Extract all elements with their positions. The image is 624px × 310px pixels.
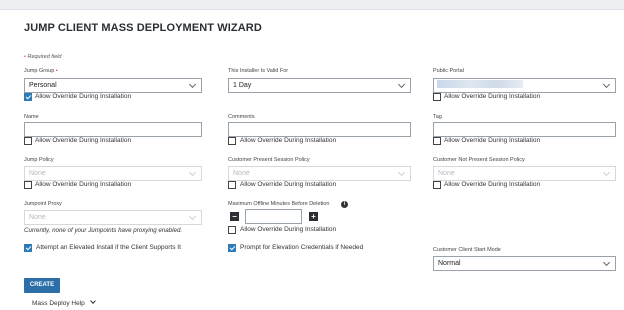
chevron-down-icon — [397, 80, 406, 89]
page-title: JUMP CLIENT MASS DEPLOYMENT WIZARD — [24, 22, 262, 34]
jump-group-select[interactable]: Personal — [24, 78, 202, 93]
top-bar — [0, 0, 624, 10]
client-start-mode-value: Normal — [438, 260, 461, 267]
help-label: Mass Deploy Help — [32, 300, 85, 307]
elevated-install-checkbox[interactable] — [24, 244, 32, 252]
jump-group-label: Jump Group • — [24, 68, 58, 74]
not-present-policy-value: None — [438, 170, 455, 177]
not-present-policy-label: Customer Not Present Session Policy — [433, 157, 525, 163]
max-offline-label: Maximum Offline Minutes Before Deletion — [228, 201, 330, 207]
tag-label: Tag — [433, 114, 442, 120]
not-present-policy-select[interactable]: None — [433, 166, 616, 181]
valid-for-value: 1 Day — [233, 82, 252, 89]
comments-override-checkbox[interactable] — [228, 137, 236, 145]
name-override-label: Allow Override During Installation — [35, 137, 132, 144]
jump-group-label-text: Jump Group — [24, 68, 55, 74]
tag-override-checkbox[interactable] — [433, 137, 441, 145]
jump-group-override-checkbox[interactable] — [24, 93, 32, 101]
client-start-mode-select[interactable]: Normal — [433, 256, 616, 271]
present-policy-value: None — [233, 170, 250, 177]
jump-policy-override-checkbox[interactable] — [24, 181, 32, 189]
prompt-elevation-checkbox[interactable] — [228, 244, 236, 252]
tag-input[interactable] — [433, 122, 616, 137]
jump-policy-label: Jump Policy — [24, 157, 54, 163]
jump-group-value: Personal — [29, 82, 57, 89]
present-policy-override-label: Allow Override During Installation — [240, 181, 337, 188]
chevron-down-icon — [602, 80, 611, 89]
name-override-checkbox[interactable] — [24, 137, 32, 145]
comments-input[interactable] — [228, 122, 411, 137]
comments-override-label: Allow Override During Installation — [240, 137, 337, 144]
jumpoint-proxy-label: Jumpoint Proxy — [24, 201, 62, 207]
present-policy-select[interactable]: None — [228, 166, 411, 181]
jumpoint-proxy-select[interactable]: None — [24, 210, 202, 225]
chevron-down-icon — [188, 80, 197, 89]
jump-policy-value: None — [29, 170, 46, 177]
increment-button[interactable]: + — [309, 212, 318, 221]
jumpoint-proxy-note: Currently, none of your Jumpoints have p… — [24, 227, 183, 234]
client-start-mode-label: Customer Client Start Mode — [433, 247, 501, 253]
redacted-portal-value — [437, 80, 523, 88]
public-portal-label: Public Portal — [433, 68, 464, 74]
comments-label: Comments — [228, 114, 255, 120]
chevron-down-icon — [397, 168, 406, 177]
not-present-policy-override-label: Allow Override During Installation — [444, 181, 541, 188]
chevron-down-icon — [188, 168, 197, 177]
required-field-note: • Required field — [24, 54, 61, 60]
decrement-button[interactable]: − — [230, 212, 239, 221]
name-label: Name — [24, 114, 39, 120]
present-policy-label: Customer Present Session Policy — [228, 157, 310, 163]
valid-for-select[interactable]: 1 Day — [228, 78, 411, 93]
prompt-elevation-label: Prompt for Elevation Credentials if Need… — [240, 244, 364, 251]
chevron-down-icon — [89, 298, 96, 304]
max-offline-input[interactable] — [245, 209, 302, 224]
chevron-down-icon — [602, 258, 611, 267]
public-portal-override-checkbox[interactable] — [433, 93, 441, 101]
required-mark: • — [55, 68, 58, 74]
info-icon[interactable]: i — [341, 201, 348, 208]
public-portal-override-label: Allow Override During Installation — [444, 93, 541, 100]
max-offline-override-label: Allow Override During Installation — [240, 226, 337, 233]
jump-group-override-label: Allow Override During Installation — [35, 93, 132, 100]
tag-override-label: Allow Override During Installation — [444, 137, 541, 144]
required-note-text: Required field — [27, 54, 62, 60]
valid-for-label: This Installer Is Valid For — [228, 68, 289, 74]
jump-policy-select[interactable]: None — [24, 166, 202, 181]
name-input[interactable] — [24, 122, 202, 137]
not-present-policy-override-checkbox[interactable] — [433, 181, 441, 189]
chevron-down-icon — [602, 168, 611, 177]
create-button[interactable]: CREATE — [24, 278, 60, 293]
jumpoint-proxy-value: None — [29, 214, 46, 221]
max-offline-override-checkbox[interactable] — [228, 226, 236, 234]
jump-policy-override-label: Allow Override During Installation — [35, 181, 132, 188]
required-mark: • — [24, 54, 26, 60]
present-policy-override-checkbox[interactable] — [228, 181, 236, 189]
chevron-down-icon — [188, 212, 197, 221]
elevated-install-label: Attempt an Elevated Install if the Clien… — [36, 244, 181, 251]
mass-deploy-help-toggle[interactable]: Mass Deploy Help — [32, 298, 96, 307]
